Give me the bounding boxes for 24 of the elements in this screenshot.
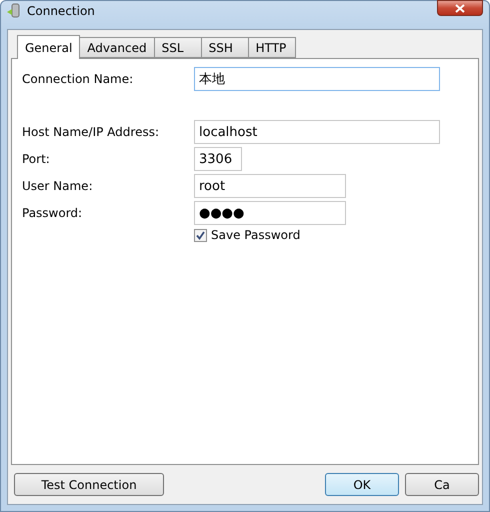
dialog-button[interactable]: OK [325, 473, 399, 496]
field-label: Connection Name: [22, 72, 134, 86]
input-field[interactable]: ●●●● [194, 201, 346, 225]
window-title: Connection [27, 3, 95, 19]
tab[interactable]: HTTP [248, 37, 296, 58]
checkbox[interactable] [194, 228, 207, 242]
field-label: Password: [22, 206, 84, 220]
tab[interactable]: General [17, 35, 80, 59]
input-field[interactable]: 本地 [194, 67, 440, 91]
tab[interactable]: SSL [154, 37, 202, 58]
tab[interactable]: SSH [200, 37, 249, 58]
field-label: Host Name/IP Address: [22, 125, 160, 139]
input-field[interactable]: 3306 [194, 147, 242, 171]
tab[interactable]: Advanced [79, 37, 155, 58]
dialog-button[interactable]: Test Connection [14, 473, 164, 496]
app-icon [7, 3, 21, 19]
dialog-button[interactable]: Ca [405, 473, 479, 496]
close-button[interactable] [437, 0, 483, 16]
input-field[interactable]: root [194, 174, 346, 198]
close-icon [455, 4, 465, 12]
input-field[interactable]: localhost [194, 120, 440, 144]
checkbox-label: Save Password [211, 228, 300, 242]
field-label: User Name: [22, 179, 94, 193]
field-label: Port: [22, 152, 51, 166]
